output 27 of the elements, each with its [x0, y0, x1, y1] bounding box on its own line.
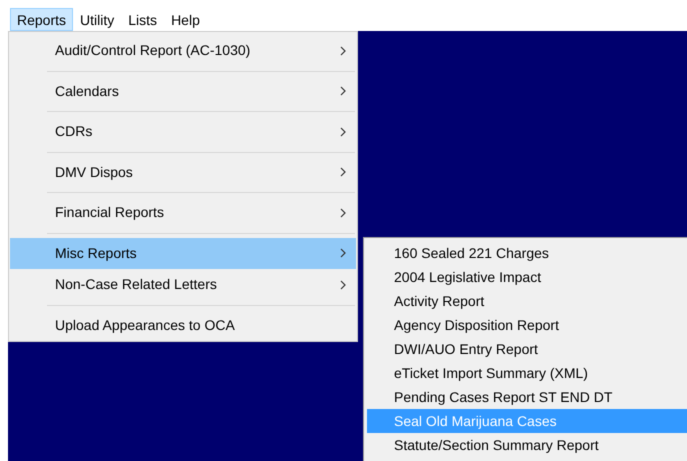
- submenu-item[interactable]: Statute/Section Summary Report: [367, 433, 687, 457]
- menu-item[interactable]: Upload Appearances to OCA: [10, 310, 356, 342]
- chevron-right-icon: [340, 167, 346, 178]
- submenu-item[interactable]: 2004 Legislative Impact: [367, 265, 687, 289]
- menu-item[interactable]: Misc Reports: [10, 238, 356, 270]
- menu-item[interactable]: Calendars: [10, 76, 356, 108]
- chevron-right-icon: [340, 46, 346, 56]
- chevron-right-icon: [340, 126, 346, 137]
- submenu-item[interactable]: Activity Report: [367, 289, 687, 313]
- menu-item[interactable]: CDRs: [10, 116, 356, 148]
- menu-item[interactable]: Financial Reports: [10, 197, 356, 229]
- chevron-right-icon: [340, 280, 346, 290]
- submenu-item[interactable]: Agency Disposition Report: [367, 313, 687, 337]
- menu-item[interactable]: Non-Case Related Letters: [10, 269, 356, 301]
- menu-bar-item[interactable]: Lists: [121, 8, 164, 31]
- chevron-right-icon: [340, 208, 346, 218]
- menu-bar-item[interactable]: Reports: [10, 8, 74, 31]
- submenu-item[interactable]: 160 Sealed 221 Charges: [367, 241, 687, 265]
- menu-bar-item[interactable]: Utility: [73, 8, 122, 31]
- menu-item[interactable]: Audit/Control Report (AC-1030): [10, 35, 356, 67]
- chevron-right-icon: [340, 248, 346, 258]
- submenu-item[interactable]: Pending Cases Report ST END DT: [367, 385, 687, 409]
- submenu-item[interactable]: DWI/AUO Entry Report: [367, 337, 687, 361]
- submenu-item[interactable]: eTicket Import Summary (XML): [367, 361, 687, 385]
- chevron-right-icon: [340, 86, 346, 96]
- menu-bar-item[interactable]: Help: [164, 8, 207, 31]
- menu-item[interactable]: DMV Dispos: [10, 156, 356, 188]
